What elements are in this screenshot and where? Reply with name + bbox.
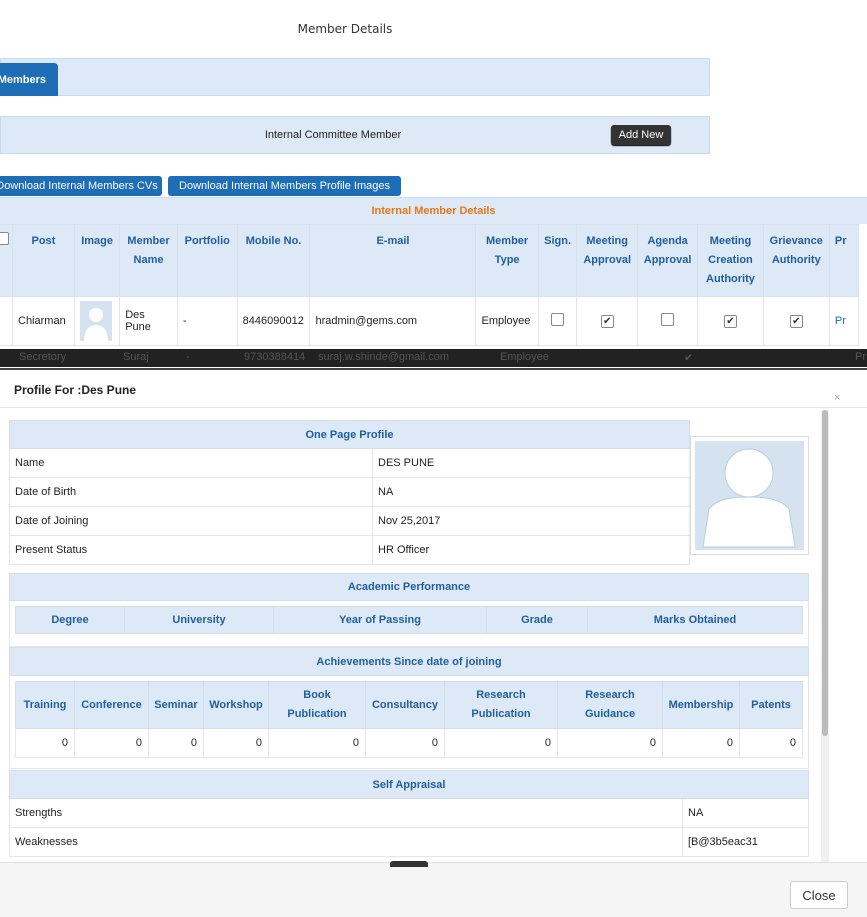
col-degree: Degree bbox=[15, 606, 125, 634]
col-consultancy: Consultancy bbox=[365, 681, 445, 729]
col-member-name: Member Name bbox=[119, 224, 178, 297]
row-select-cell[interactable] bbox=[0, 296, 13, 346]
col-university: University bbox=[124, 606, 274, 634]
col-research-publication: Research Publication bbox=[444, 681, 558, 729]
profile-row-status: Present Status HR Officer bbox=[9, 536, 690, 565]
cell-grievance-authority[interactable]: ✔ bbox=[762, 296, 830, 346]
cell-agenda-approval[interactable] bbox=[636, 296, 699, 346]
close-icon[interactable]: × bbox=[834, 392, 840, 404]
appraisal-row-strengths: Strengths NA bbox=[9, 799, 809, 828]
cell-post: Chiarman bbox=[12, 296, 75, 346]
checked-icon: ✔ bbox=[684, 352, 694, 364]
col-image: Image bbox=[73, 224, 121, 297]
col-meeting-creation-authority: Meeting Creation Authority bbox=[697, 224, 764, 297]
cell-mobile: 8446090012 bbox=[236, 296, 311, 346]
download-images-button[interactable]: Download Internal Members Profile Images bbox=[168, 176, 401, 196]
col-meeting-approval: Meeting Approval bbox=[576, 224, 638, 297]
col-grade: Grade bbox=[486, 606, 588, 634]
grid-caption: Internal Member Details bbox=[0, 197, 867, 224]
download-cvs-button[interactable]: Download Internal Members CVs bbox=[0, 176, 162, 196]
profile-photo bbox=[690, 436, 809, 555]
select-all-checkbox[interactable] bbox=[0, 232, 9, 245]
col-sign: Sign. bbox=[537, 224, 578, 297]
modal-title: Profile For :Des Pune bbox=[14, 383, 137, 397]
sign-checkbox[interactable] bbox=[551, 313, 565, 326]
col-patents: Patents bbox=[739, 681, 803, 729]
col-pr: Pr bbox=[828, 224, 860, 297]
table-row-dimmed: Secretory Suraj - 9730388414 suraj.w.shi… bbox=[0, 349, 867, 367]
col-email: E-mail bbox=[309, 224, 477, 297]
avatar bbox=[79, 301, 112, 341]
members-table: Post Image Member Name Portfolio Mobile N… bbox=[0, 224, 860, 346]
appraisal-row-weaknesses: Weaknesses [B@3b5eac31 bbox=[9, 828, 809, 857]
modal-footer bbox=[0, 862, 867, 917]
user-silhouette-icon bbox=[695, 441, 804, 550]
modal-scrollbar-thumb[interactable] bbox=[822, 410, 828, 736]
achievements-table: Training Conference Seminar Workshop Boo… bbox=[15, 681, 803, 758]
select-all-header[interactable] bbox=[0, 224, 13, 297]
col-member-type: Member Type bbox=[475, 224, 539, 297]
cell-meeting-creation-authority[interactable]: ✔ bbox=[697, 296, 764, 346]
col-membership: Membership bbox=[662, 681, 740, 729]
page-title: Member Details bbox=[297, 22, 393, 36]
cell-image bbox=[73, 296, 121, 346]
cell-member-type: Employee bbox=[475, 296, 539, 346]
section-title: Internal Committee Member bbox=[264, 129, 402, 141]
academic-table: Degree University Year of Passing Grade … bbox=[15, 606, 803, 634]
col-training: Training bbox=[15, 681, 75, 729]
agenda-approval-checkbox[interactable] bbox=[661, 313, 675, 326]
cell-sign[interactable] bbox=[537, 296, 578, 346]
col-post: Post bbox=[12, 224, 75, 297]
grievance-authority-checkbox[interactable]: ✔ bbox=[789, 314, 803, 328]
appraisal-column-divider bbox=[682, 799, 683, 857]
tab-bar bbox=[0, 58, 710, 96]
tab-members[interactable]: Members bbox=[0, 63, 58, 96]
achievements-heading: Achievements Since date of joining bbox=[9, 647, 809, 676]
cell-meeting-approval[interactable]: ✔ bbox=[576, 296, 638, 346]
col-conference: Conference bbox=[74, 681, 149, 729]
col-portfolio: Portfolio bbox=[176, 224, 238, 297]
col-mobile: Mobile No. bbox=[236, 224, 311, 297]
modal-header-divider bbox=[0, 407, 867, 408]
col-year-of-passing: Year of Passing bbox=[273, 606, 487, 634]
one-page-profile-heading: One Page Profile bbox=[9, 420, 690, 449]
cell-email: hradmin@gems.com bbox=[309, 296, 477, 346]
profile-row-name: Name DES PUNE bbox=[9, 449, 690, 478]
user-silhouette-icon bbox=[83, 308, 108, 341]
meeting-creation-checkbox[interactable]: ✔ bbox=[723, 314, 737, 328]
col-research-guidance: Research Guidance bbox=[557, 681, 663, 729]
profile-row-doj: Date of Joining Nov 25,2017 bbox=[9, 507, 690, 536]
cell-member-name: Des Pune bbox=[119, 296, 178, 346]
col-agenda-approval: Agenda Approval bbox=[636, 224, 699, 297]
meeting-approval-checkbox[interactable]: ✔ bbox=[600, 314, 614, 328]
self-appraisal-heading: Self Appraisal bbox=[9, 770, 809, 799]
table-row: Chiarman Des Pune - 8446090012 hradmin@g… bbox=[0, 296, 860, 346]
cell-portfolio: - bbox=[176, 296, 238, 346]
drag-handle bbox=[390, 861, 428, 867]
cell-pr-link[interactable]: Pr bbox=[828, 296, 860, 346]
profile-row-dob: Date of Birth NA bbox=[9, 478, 690, 507]
add-new-button[interactable]: Add New bbox=[611, 125, 671, 145]
close-button[interactable]: Close bbox=[790, 881, 848, 909]
col-marks-obtained: Marks Obtained bbox=[587, 606, 803, 634]
col-seminar: Seminar bbox=[148, 681, 204, 729]
col-book-publication: Book Publication bbox=[268, 681, 366, 729]
table-row: 0 0 0 0 0 0 0 0 0 0 bbox=[15, 728, 803, 758]
col-workshop: Workshop bbox=[203, 681, 269, 729]
col-grievance-authority: Grievance Authority bbox=[762, 224, 830, 297]
academic-performance-heading: Academic Performance bbox=[9, 573, 809, 601]
profile-column-divider bbox=[372, 449, 373, 565]
